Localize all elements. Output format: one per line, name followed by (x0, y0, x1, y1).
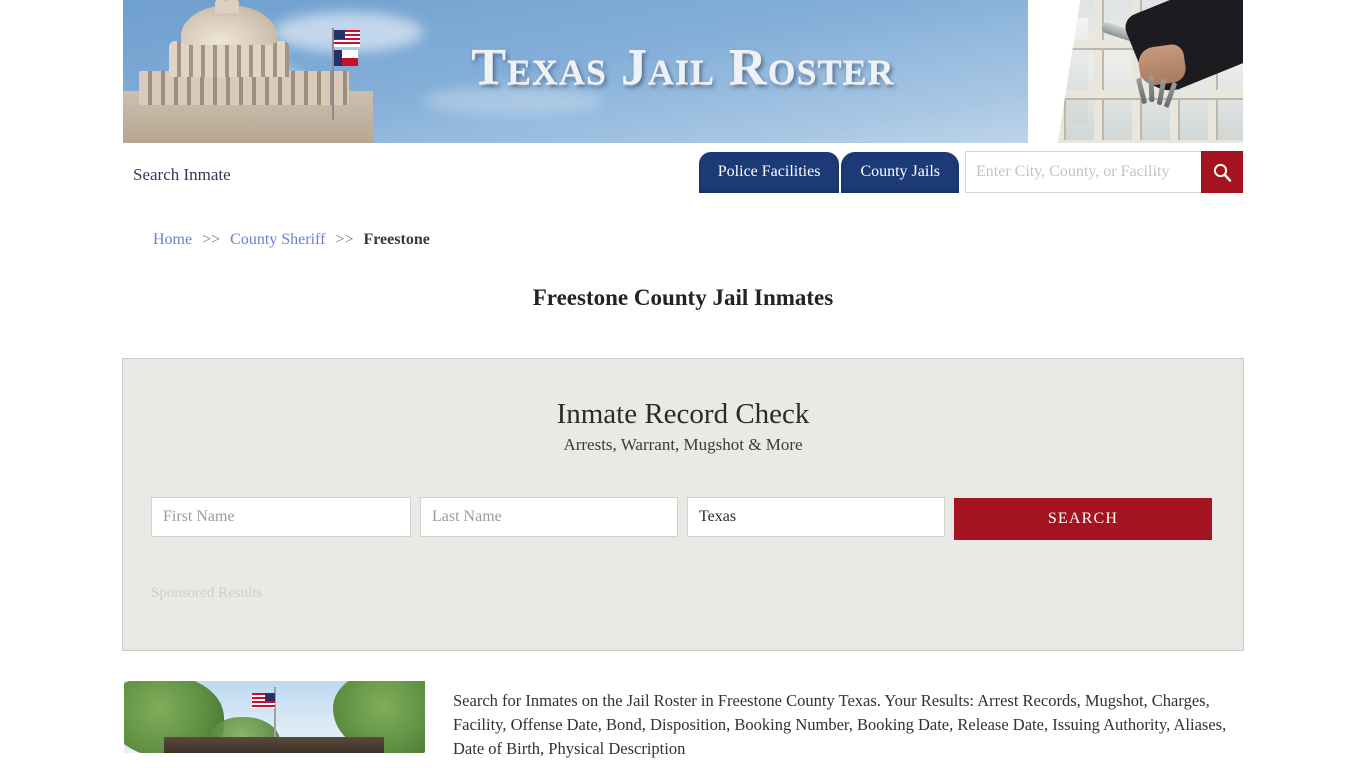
first-name-input[interactable] (151, 497, 411, 537)
facility-search-input[interactable] (965, 151, 1201, 193)
facility-search-group (965, 151, 1243, 193)
banner-title: Texas Jail Roster (471, 39, 895, 96)
breadcrumb-separator: >> (202, 231, 221, 248)
panel-heading: Inmate Record Check (556, 398, 810, 430)
last-name-input[interactable] (420, 497, 678, 537)
search-icon (1213, 163, 1232, 182)
building-roofline (164, 737, 384, 753)
county-photo-thumbnail (124, 681, 425, 753)
county-description-paragraph: Search for Inmates on the Jail Roster in… (453, 691, 1227, 758)
breadcrumb-link-county-sheriff[interactable]: County Sheriff (230, 231, 325, 248)
state-select[interactable]: Texas (687, 497, 945, 537)
inmate-search-button[interactable]: SEARCH (954, 498, 1212, 540)
breadcrumb-link-home[interactable]: Home (153, 231, 192, 248)
panel-subheading: Arrests, Warrant, Mugshot & More (563, 435, 803, 454)
site-banner: Texas Jail Roster (123, 0, 1243, 143)
state-select-value: Texas (699, 508, 737, 525)
breadcrumb: Home >> County Sheriff >> Freestone (123, 213, 1243, 249)
facility-search-button[interactable] (1201, 151, 1243, 193)
page-root: Texas Jail Roster Search Inmate Police F… (0, 0, 1366, 768)
nav-right-group: Police Facilities County Jails (698, 151, 1243, 193)
navigation-bar: Search Inmate Police Facilities County J… (123, 143, 1243, 213)
us-flag-icon (252, 693, 275, 708)
capitol-spire (225, 0, 228, 1)
sponsored-results-label: Sponsored Results (151, 585, 263, 601)
inmate-record-check-panel: Inmate Record Check Arrests, Warrant, Mu… (122, 358, 1244, 651)
tab-police-facilities[interactable]: Police Facilities (698, 152, 840, 193)
breadcrumb-separator: >> (335, 231, 354, 248)
tab-county-jails[interactable]: County Jails (841, 152, 959, 193)
page-title: Freestone County Jail Inmates (532, 285, 834, 310)
nav-brand-label: Search Inmate (133, 165, 231, 184)
capitol-lantern (215, 0, 239, 13)
breadcrumb-current: Freestone (363, 231, 430, 248)
inmate-search-form: Texas SEARCH (123, 455, 1243, 540)
content-section: Search for Inmates on the Jail Roster in… (122, 681, 1244, 761)
